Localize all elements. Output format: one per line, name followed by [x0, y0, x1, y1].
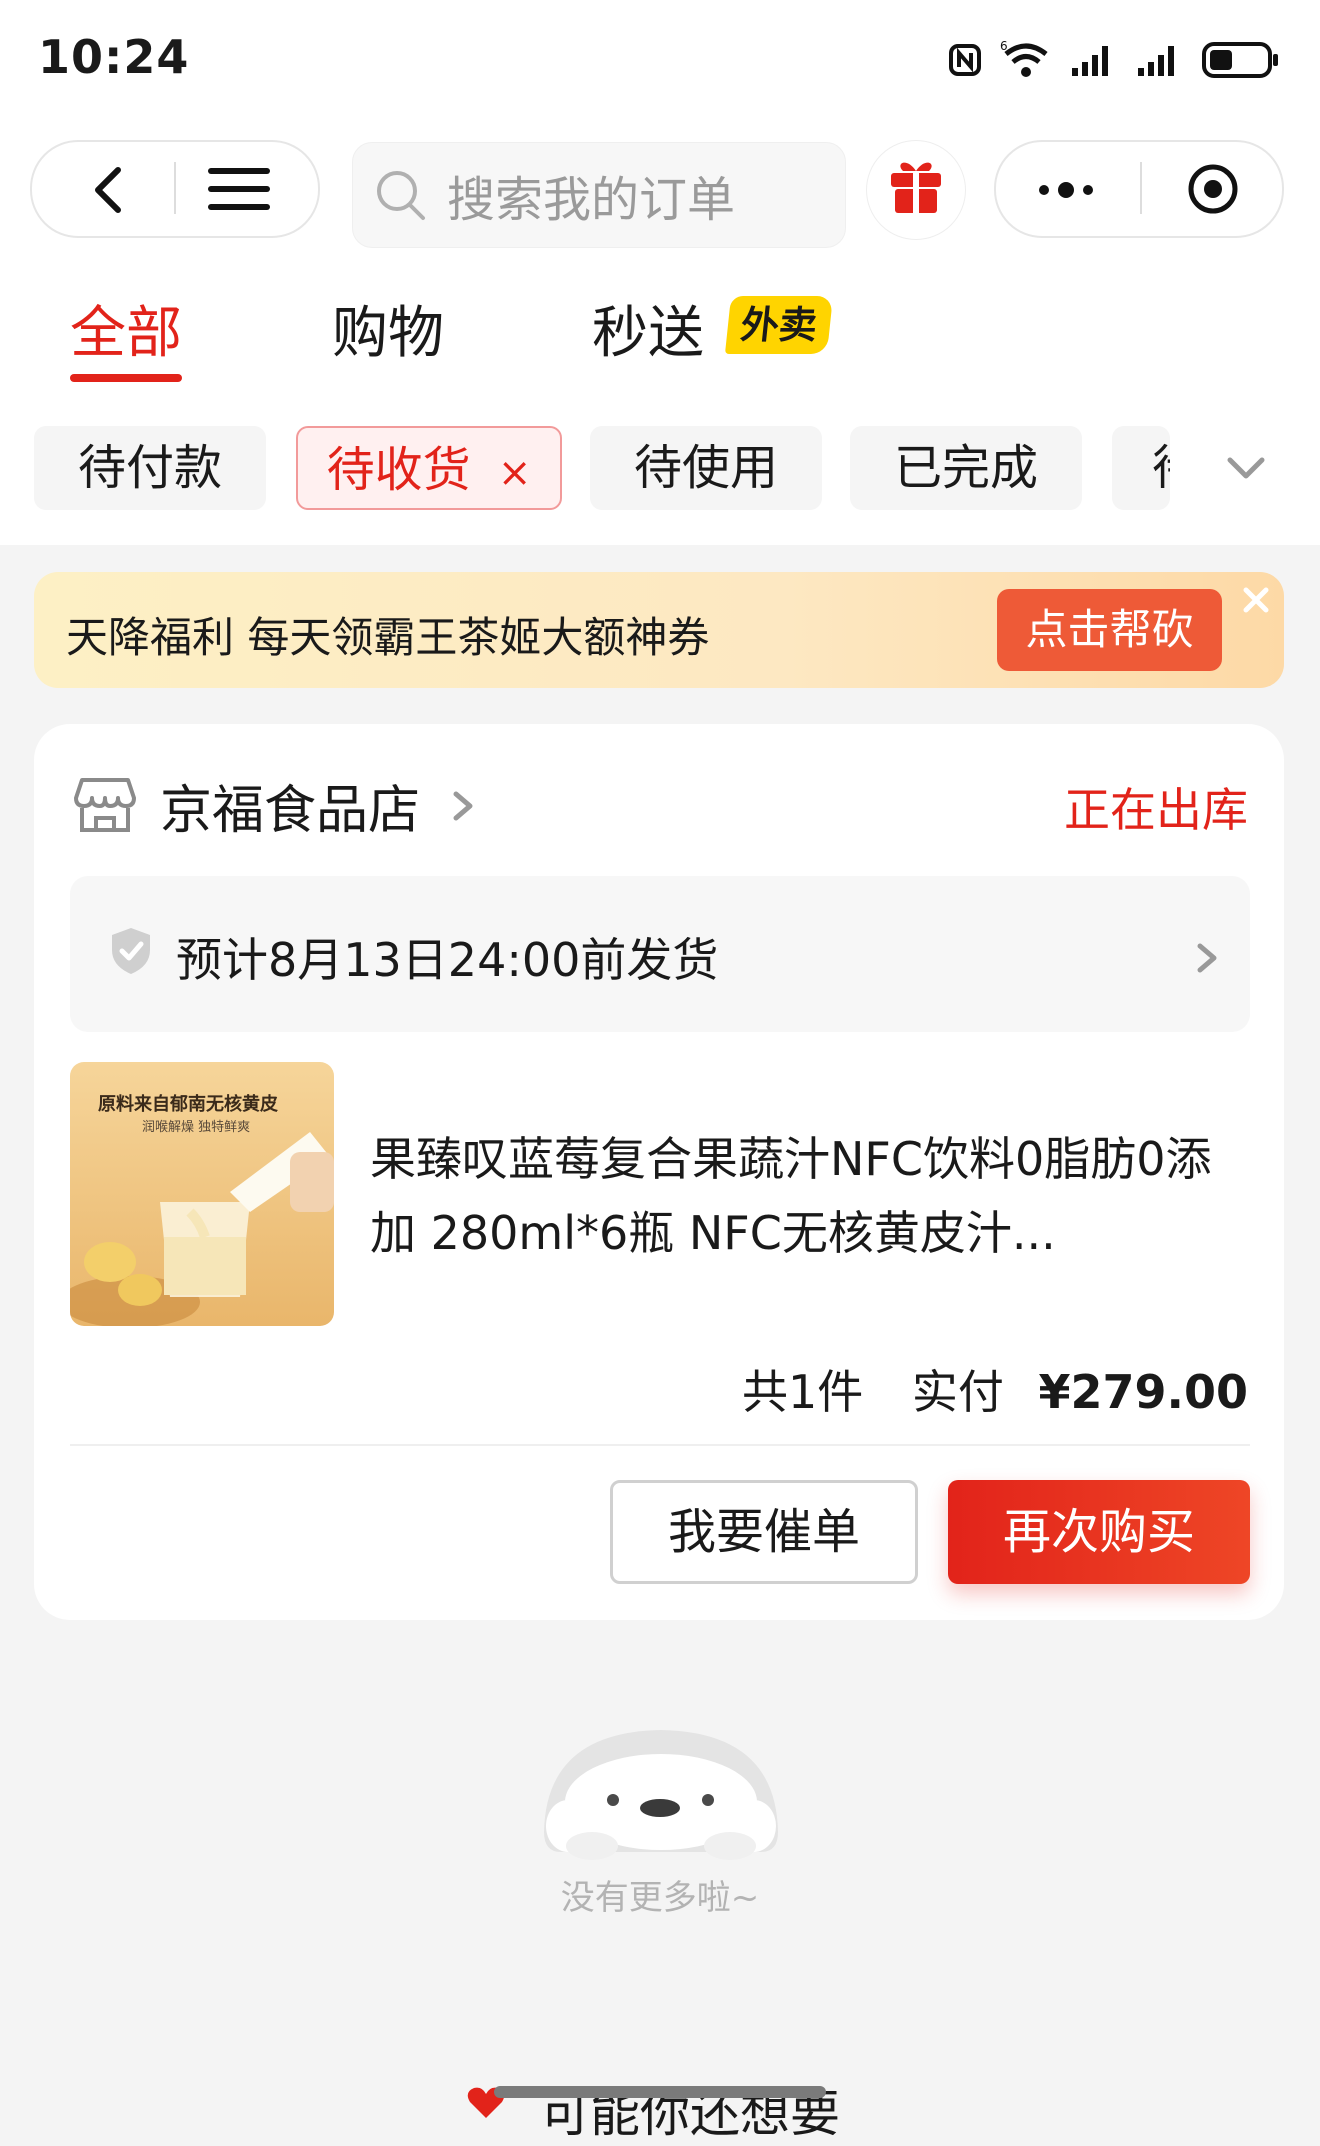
chevron-down-icon[interactable]: [1222, 448, 1270, 488]
shield-icon: [106, 924, 156, 978]
filter-partial[interactable]: 待: [1112, 426, 1170, 510]
close-icon[interactable]: ×: [498, 450, 532, 496]
pill-divider: [1140, 162, 1142, 214]
banner-button[interactable]: 点击帮砍: [997, 589, 1222, 671]
status-icons: 6: [948, 36, 1280, 84]
filter-completed[interactable]: 已完成: [850, 426, 1082, 510]
filter-partial-label: 待: [1152, 440, 1170, 496]
tab-shopping[interactable]: 购物: [332, 288, 444, 369]
rebuy-button[interactable]: 再次购买: [948, 1480, 1250, 1584]
shipping-text: 预计8月13日24:00前发货: [176, 933, 719, 987]
chevron-right-icon[interactable]: [1192, 938, 1222, 978]
order-status: 正在出库: [1064, 783, 1248, 837]
menu-icon[interactable]: [206, 164, 274, 214]
product-title[interactable]: 果臻叹蓝莓复合果蔬汁NFC饮料0脂肪0添加 280ml*6瓶 NFC无核黄皮汁.…: [370, 1122, 1230, 1270]
search-placeholder: 搜索我的订单: [447, 172, 736, 228]
recommend-title: 可能你还想要: [540, 2085, 840, 2143]
home-indicator[interactable]: [494, 2086, 826, 2098]
svg-text:6: 6: [1000, 40, 1008, 53]
back-icon[interactable]: [80, 160, 140, 220]
filter-pending-receipt-label: 待收货: [326, 442, 471, 498]
signal-icon: [1138, 46, 1174, 76]
filter-pending-receipt[interactable]: 待收货 ×: [296, 426, 562, 510]
order-summary: 共1件 实付 ¥279.00: [742, 1356, 1248, 1422]
wifi-icon: 6: [1000, 40, 1048, 77]
banner-text: 天降福利 每天领霸王茶姬大额神券: [66, 613, 710, 662]
pill-divider: [174, 162, 176, 214]
status-time: 10:24: [38, 30, 190, 84]
tab-all[interactable]: 全部: [70, 288, 182, 369]
search-input[interactable]: 搜索我的订单: [352, 142, 846, 248]
paid-label: 实付: [911, 1365, 1004, 1419]
nfc-icon: [949, 44, 981, 76]
tab-underline: [70, 374, 182, 382]
item-count: 共1件: [741, 1365, 864, 1419]
tab-miaosong[interactable]: 秒送: [592, 288, 704, 369]
banner-close-icon[interactable]: [1236, 580, 1276, 620]
product-image[interactable]: 原料来自郁南无核黄皮 润喉解燥 独特鲜爽: [70, 1062, 334, 1326]
remind-button[interactable]: 我要催单: [610, 1480, 918, 1584]
product-image-caption: 原料来自郁南无核黄皮: [98, 1094, 278, 1115]
no-more-text: 没有更多啦~: [560, 1878, 760, 1918]
shop-icon: [70, 770, 140, 840]
product-image-subcaption: 润喉解燥 独特鲜爽: [142, 1120, 251, 1135]
shop-name[interactable]: 京福食品店: [160, 768, 420, 843]
waimai-badge: 外卖: [724, 296, 834, 354]
paid-amount: ¥279.00: [1038, 1365, 1248, 1419]
divider: [70, 1444, 1250, 1446]
search-icon: [377, 171, 425, 220]
filter-pending-use[interactable]: 待使用: [590, 426, 822, 510]
gift-icon[interactable]: [866, 140, 966, 240]
filter-pending-payment[interactable]: 待付款: [34, 426, 266, 510]
chevron-right-icon[interactable]: [448, 786, 478, 826]
more-icon[interactable]: [1034, 170, 1098, 210]
battery-icon: [1202, 42, 1278, 78]
signal-icon: [1072, 46, 1108, 76]
record-icon[interactable]: [1186, 162, 1240, 216]
mascot-illustration: [536, 1722, 786, 1868]
